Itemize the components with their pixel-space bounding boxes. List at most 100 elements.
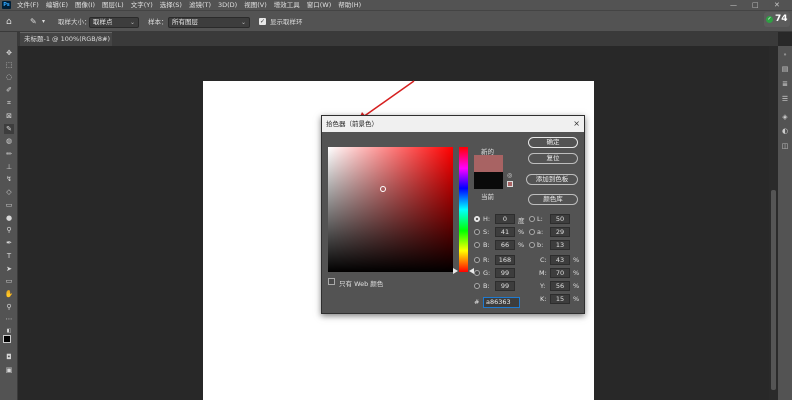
current-color-swatch[interactable] [474, 172, 503, 189]
blue-radio[interactable] [474, 283, 480, 289]
sync-status-badge[interactable]: ✓ 74 [764, 12, 790, 27]
quick-mask-icon[interactable]: ◘ [4, 352, 14, 362]
sample-select[interactable]: 所有图层 ⌄ [168, 17, 250, 28]
eraser-tool-icon[interactable]: ◇ [4, 187, 14, 197]
menu-bar: Ps 文件(F) 编辑(E) 图像(I) 图层(L) 文字(Y) 选择(S) 滤… [0, 0, 792, 10]
menu-file[interactable]: 文件(F) [17, 0, 39, 10]
lab-l-input[interactable]: 50 [550, 214, 570, 224]
frame-tool-icon[interactable]: ⊠ [4, 111, 14, 121]
clone-stamp-tool-icon[interactable]: ⊥ [4, 162, 14, 172]
magenta-input[interactable]: 70 [550, 268, 570, 278]
cyan-input[interactable]: 43 [550, 255, 570, 265]
hex-input[interactable]: a86363 [483, 297, 520, 308]
menu-type[interactable]: 文字(Y) [131, 0, 153, 10]
brush-tool-icon[interactable]: ✏ [4, 149, 14, 159]
dialog-title-bar[interactable]: 拾色器（前景色） × [322, 116, 584, 132]
web-colors-only-checkbox[interactable] [328, 278, 335, 285]
web-safe-color-icon[interactable] [507, 181, 513, 187]
red-input[interactable]: 168 [495, 255, 515, 265]
right-panel-strip: » ▤ ≣ ☰ ◈ ◐ ◫ [778, 46, 792, 400]
pen-tool-icon[interactable]: ✒ [4, 238, 14, 248]
yellow-input[interactable]: 56 [550, 281, 570, 291]
menu-view[interactable]: 视图(V) [244, 0, 267, 10]
green-input[interactable]: 99 [495, 268, 515, 278]
chevron-down-icon[interactable]: ▾ [42, 16, 45, 28]
properties-panel-icon[interactable]: ☰ [780, 94, 790, 104]
more-tools-icon[interactable]: ⋯ [4, 314, 14, 324]
eyedropper-icon[interactable]: ✎ [30, 16, 37, 28]
color-libraries-button[interactable]: 颜色库 [528, 194, 578, 205]
marquee-tool-icon[interactable]: ⬚ [4, 60, 14, 70]
hue-slider[interactable] [459, 147, 468, 272]
ok-button[interactable]: 确定 [528, 137, 578, 148]
scrollbar-thumb[interactable] [771, 190, 776, 390]
adjustments-panel-icon[interactable]: ≣ [780, 79, 790, 89]
red-radio[interactable] [474, 257, 480, 263]
vertical-scrollbar[interactable] [769, 46, 778, 400]
menu-window[interactable]: 窗口(W) [307, 0, 332, 10]
menu-image[interactable]: 图像(I) [75, 0, 95, 10]
color-field[interactable] [328, 147, 453, 272]
type-tool-icon[interactable]: T [4, 251, 14, 261]
close-window-button[interactable]: ✕ [774, 0, 780, 10]
lab-b-radio[interactable] [529, 242, 535, 248]
dodge-tool-icon[interactable]: ⚲ [4, 225, 14, 235]
menu-layer[interactable]: 图层(L) [102, 0, 124, 10]
photoshop-logo-icon: Ps [2, 1, 11, 9]
home-icon[interactable]: ⌂ [6, 16, 12, 28]
history-panel-icon[interactable]: ▤ [780, 64, 790, 74]
minimize-button[interactable]: — [730, 0, 737, 10]
green-label: G: [483, 269, 491, 277]
gradient-tool-icon[interactable]: ▭ [4, 200, 14, 210]
add-to-swatches-button[interactable]: 添加到色板 [526, 174, 578, 185]
saturation-input[interactable]: 41 [495, 227, 515, 237]
quick-select-tool-icon[interactable]: ✐ [4, 85, 14, 95]
paths-panel-icon[interactable]: ◫ [780, 141, 790, 151]
black-input[interactable]: 15 [550, 294, 570, 304]
eyedropper-tool-icon[interactable]: ✎ [4, 124, 14, 134]
hand-tool-icon[interactable]: ✋ [4, 289, 14, 299]
document-tab-bar: 未标题-1 @ 100%(RGB/8#) × [0, 32, 778, 46]
brightness-input[interactable]: 66 [495, 240, 515, 250]
channels-panel-icon[interactable]: ◐ [780, 126, 790, 136]
layers-panel-icon[interactable]: ◈ [780, 112, 790, 122]
sample-size-select[interactable]: 取样点 ⌄ [89, 17, 139, 28]
color-field-cursor[interactable] [380, 186, 386, 192]
show-ring-checkbox[interactable]: ✓ [259, 18, 266, 25]
close-dialog-icon[interactable]: × [573, 116, 580, 132]
blur-tool-icon[interactable]: ● [4, 213, 14, 223]
brightness-radio[interactable] [474, 242, 480, 248]
collapse-panels-icon[interactable]: » [780, 50, 790, 60]
crop-tool-icon[interactable]: ⌗ [4, 98, 14, 108]
reset-button[interactable]: 复位 [528, 153, 578, 164]
menu-help[interactable]: 帮助(H) [338, 0, 361, 10]
hue-radio[interactable] [474, 216, 480, 222]
screen-mode-icon[interactable]: ▣ [4, 365, 14, 375]
lasso-tool-icon[interactable]: ◌ [4, 72, 14, 82]
saturation-radio[interactable] [474, 229, 480, 235]
menu-plugins[interactable]: 增效工具 [274, 0, 300, 10]
maximize-button[interactable]: □ [752, 0, 759, 10]
foreground-color-swatch[interactable] [3, 335, 11, 343]
hue-slider-left-arrow-icon[interactable] [453, 268, 458, 274]
menu-select[interactable]: 选择(S) [160, 0, 182, 10]
lab-a-input[interactable]: 29 [550, 227, 570, 237]
blue-input[interactable]: 99 [495, 281, 515, 291]
document-tab[interactable]: 未标题-1 @ 100%(RGB/8#) × [20, 32, 112, 46]
move-tool-icon[interactable]: ✥ [4, 48, 14, 58]
path-select-tool-icon[interactable]: ➤ [4, 264, 14, 274]
hue-input[interactable]: 0 [495, 214, 515, 224]
zoom-tool-icon[interactable]: ⚲ [4, 302, 14, 312]
menu-edit[interactable]: 编辑(E) [46, 0, 68, 10]
lab-b-input[interactable]: 13 [550, 240, 570, 250]
lab-a-radio[interactable] [529, 229, 535, 235]
lab-l-radio[interactable] [529, 216, 535, 222]
gamut-warning-icon[interactable]: ◎ [507, 173, 513, 179]
green-radio[interactable] [474, 270, 480, 276]
close-tab-icon[interactable]: × [102, 33, 107, 46]
history-brush-tool-icon[interactable]: ↯ [4, 174, 14, 184]
menu-3d[interactable]: 3D(D) [218, 0, 237, 10]
rectangle-tool-icon[interactable]: ▭ [4, 276, 14, 286]
healing-brush-tool-icon[interactable]: ◍ [4, 136, 14, 146]
menu-filter[interactable]: 滤镜(T) [189, 0, 211, 10]
